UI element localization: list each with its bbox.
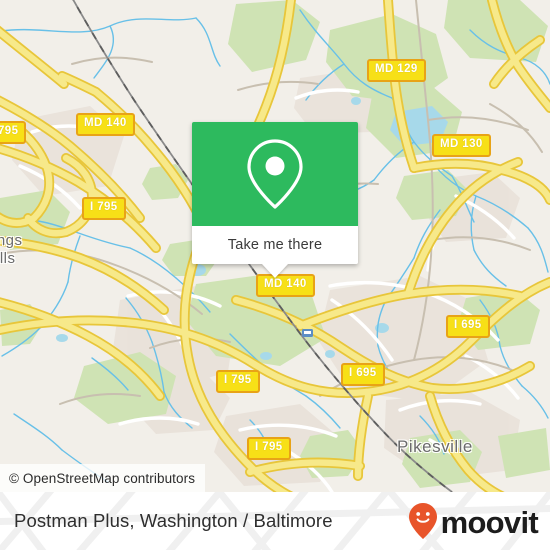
footer-bar: Postman Plus, Washington / Baltimore moo… [0,492,550,550]
location-callout-card[interactable]: Take me there [192,122,358,278]
take-me-there-button[interactable]: Take me there [192,226,358,264]
place-label-owings: ings [0,232,23,249]
place-label-mills: ills [0,250,16,267]
map-pin-icon [247,139,303,209]
moovit-smiley-pin-icon [408,503,437,539]
shield-i-795-edge: 795 [0,121,27,144]
moovit-brand[interactable]: moovit [408,492,539,550]
page-title: Postman Plus, Washington / Baltimore [14,492,333,550]
attribution-text: © OpenStreetMap contributors [9,470,196,486]
moovit-wordmark: moovit [440,504,539,540]
shield-md-130: MD 130 [432,134,491,157]
shield-i-695-south: I 695 [341,363,385,386]
shield-i-795-west: I 795 [82,197,126,220]
page-title-text: Postman Plus, Washington / Baltimore [14,510,333,531]
shield-md-140-north: MD 140 [76,113,135,136]
map-attribution[interactable]: © OpenStreetMap contributors [0,464,206,492]
callout-header [192,122,358,226]
shield-i-695-east: I 695 [446,315,490,338]
shield-i-795-south: I 795 [247,437,291,460]
callout-pointer [262,264,288,278]
map-canvas[interactable]: 795 MD 140 I 795 MD 129 MD 130 MD 140 I 695 I 6… [0,0,550,492]
place-label-pikesville: Pikesville [397,437,473,456]
take-me-there-label: Take me there [227,237,323,253]
shield-md-129: MD 129 [367,59,426,82]
shield-i-795-mid: I 795 [216,370,260,393]
map-screenshot: 795 MD 140 I 795 MD 129 MD 130 MD 140 I 695 I 6… [0,0,550,550]
poi-marker-icon [302,329,313,337]
